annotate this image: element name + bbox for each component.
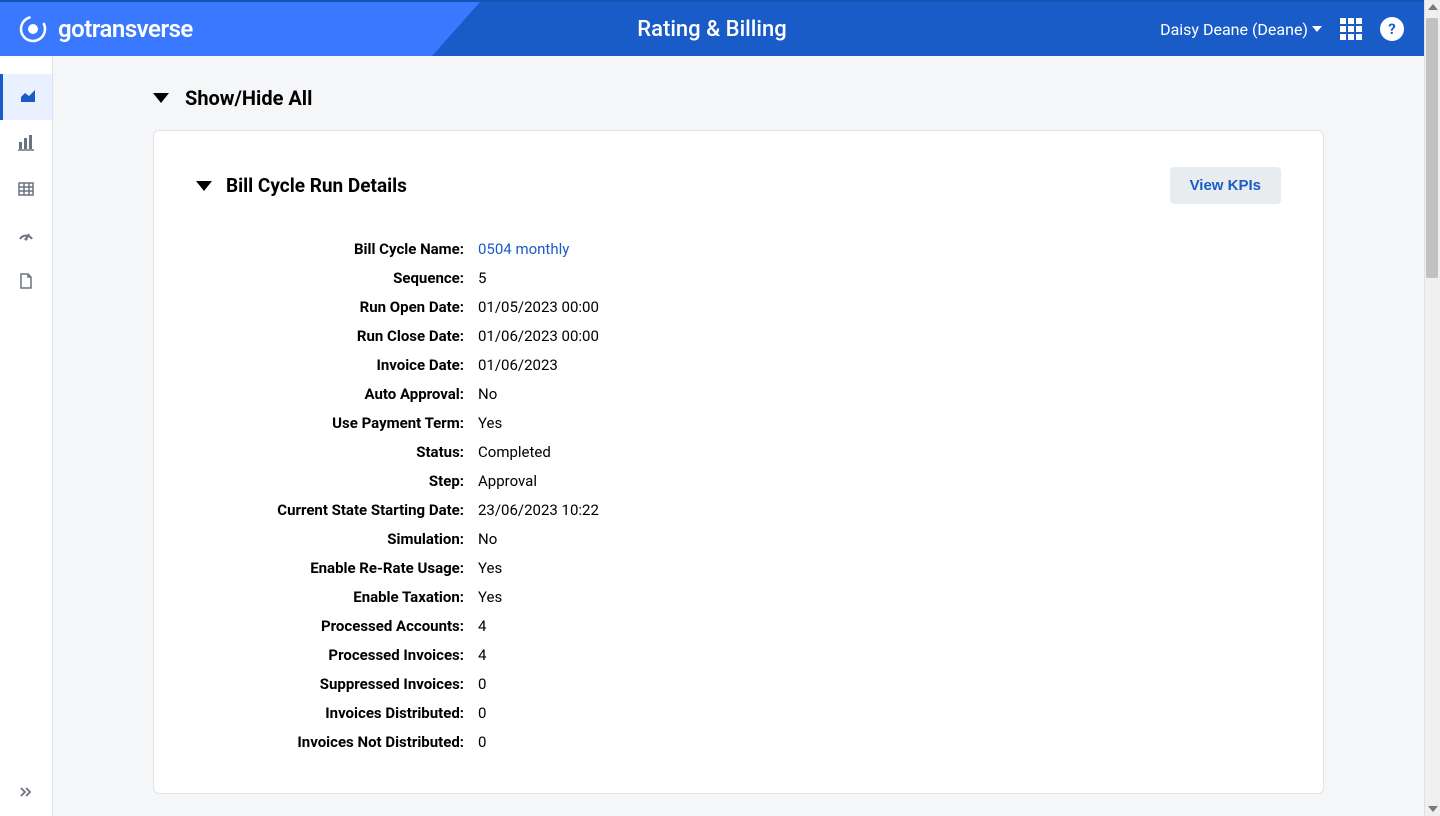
sidebar-item-dashboard[interactable] [0,212,52,258]
detail-value: Yes [464,414,502,432]
detail-label: Bill Cycle Name: [196,240,464,258]
detail-value: 23/06/2023 10:22 [464,501,599,519]
detail-value: 4 [464,646,486,664]
row-invoices-distributed: Invoices Distributed: 0 [196,704,1281,722]
sidebar-item-document[interactable] [0,258,52,304]
detail-value: 01/06/2023 [464,356,558,374]
card-title: Bill Cycle Run Details [226,174,407,197]
show-hide-toggle[interactable]: Show/Hide All [153,86,1324,110]
scroll-up-icon [1428,4,1438,10]
detail-value: 0 [464,675,486,693]
detail-label: Current State Starting Date: [196,501,464,519]
row-current-state-starting-date: Current State Starting Date: 23/06/2023 … [196,501,1281,519]
vertical-scrollbar[interactable] [1424,0,1440,816]
page-title: Rating & Billing [637,17,786,42]
card-toggle[interactable]: Bill Cycle Run Details [196,174,407,197]
triangle-down-icon [196,181,212,191]
detail-label: Run Close Date: [196,327,464,345]
row-run-close-date: Run Close Date: 01/06/2023 00:00 [196,327,1281,345]
detail-label: Invoices Not Distributed: [196,733,464,751]
detail-label: Sequence: [196,269,464,287]
detail-label: Suppressed Invoices: [196,675,464,693]
detail-value: 4 [464,617,486,635]
detail-value: Yes [464,588,502,606]
help-icon[interactable]: ? [1380,17,1404,41]
bar-chart-icon [17,134,35,152]
brand-name: gotransverse [58,15,193,43]
apps-icon[interactable] [1340,18,1362,40]
bill-cycle-name-link[interactable]: 0504 monthly [464,240,569,258]
sidebar-item-bar-chart[interactable] [0,120,52,166]
row-status: Status: Completed [196,443,1281,461]
detail-label: Invoices Distributed: [196,704,464,722]
view-kpis-button[interactable]: View KPIs [1170,167,1281,204]
row-use-payment-term: Use Payment Term: Yes [196,414,1281,432]
app-header: gotransverse Rating & Billing Daisy Dean… [0,0,1424,56]
detail-label: Enable Re-Rate Usage: [196,559,464,577]
scroll-down-icon [1428,806,1438,812]
row-auto-approval: Auto Approval: No [196,385,1281,403]
detail-value: 0 [464,704,486,722]
detail-label: Processed Invoices: [196,646,464,664]
detail-value: 01/06/2023 00:00 [464,327,599,345]
sidebar-item-area-chart[interactable] [0,74,52,120]
detail-value: No [464,385,497,403]
row-step: Step: Approval [196,472,1281,490]
document-icon [17,272,35,290]
row-bill-cycle-name: Bill Cycle Name: 0504 monthly [196,240,1281,258]
detail-value: Completed [464,443,551,461]
sidebar [0,56,53,816]
main-content: Show/Hide All Bill Cycle Run Details Vie… [53,56,1424,816]
gauge-icon [17,226,35,244]
detail-label: Status: [196,443,464,461]
chevron-double-right-icon [18,784,34,800]
logo-icon [18,14,48,44]
chevron-down-icon [1312,26,1322,32]
row-invoices-not-distributed: Invoices Not Distributed: 0 [196,733,1281,751]
detail-label: Simulation: [196,530,464,548]
detail-label: Run Open Date: [196,298,464,316]
scroll-thumb[interactable] [1426,18,1438,278]
row-enable-re-rate-usage: Enable Re-Rate Usage: Yes [196,559,1281,577]
row-invoice-date: Invoice Date: 01/06/2023 [196,356,1281,374]
detail-label: Use Payment Term: [196,414,464,432]
user-menu[interactable]: Daisy Deane (Deane) [1160,20,1322,39]
detail-value: 0 [464,733,486,751]
row-simulation: Simulation: No [196,530,1281,548]
row-processed-invoices: Processed Invoices: 4 [196,646,1281,664]
detail-value: Yes [464,559,502,577]
detail-label: Enable Taxation: [196,588,464,606]
row-processed-accounts: Processed Accounts: 4 [196,617,1281,635]
user-name: Daisy Deane (Deane) [1160,20,1308,39]
detail-value: Approval [464,472,537,490]
details-list: Bill Cycle Name: 0504 monthly Sequence: … [196,240,1281,751]
row-enable-taxation: Enable Taxation: Yes [196,588,1281,606]
details-card: Bill Cycle Run Details View KPIs Bill Cy… [153,130,1324,794]
sidebar-item-table[interactable] [0,166,52,212]
row-sequence: Sequence: 5 [196,269,1281,287]
sidebar-expand[interactable] [0,784,52,804]
triangle-down-icon [153,93,169,103]
detail-label: Auto Approval: [196,385,464,403]
detail-value: No [464,530,497,548]
detail-value: 5 [464,269,486,287]
area-chart-icon [19,88,37,106]
detail-value: 01/05/2023 00:00 [464,298,599,316]
table-icon [17,180,35,198]
detail-label: Processed Accounts: [196,617,464,635]
row-run-open-date: Run Open Date: 01/05/2023 00:00 [196,298,1281,316]
brand-logo[interactable]: gotransverse [18,14,193,44]
row-suppressed-invoices: Suppressed Invoices: 0 [196,675,1281,693]
detail-label: Step: [196,472,464,490]
detail-label: Invoice Date: [196,356,464,374]
show-hide-label: Show/Hide All [185,86,312,110]
